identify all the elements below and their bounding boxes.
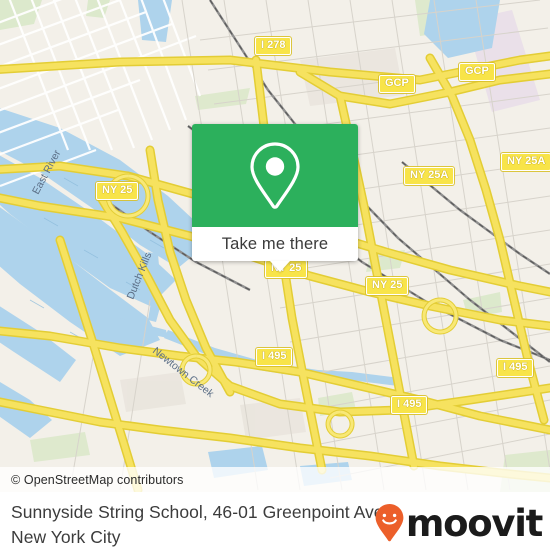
moovit-wordmark: moovit <box>405 501 543 545</box>
road-shield-label: GCP <box>385 77 409 89</box>
take-me-there-button[interactable]: Take me there <box>192 227 358 261</box>
place-popup-card[interactable]: Take me there <box>192 124 358 261</box>
place-address-text: Sunnyside String School, 46-01 Greenpoin… <box>11 502 389 547</box>
road-shield-label: I 495 <box>503 361 528 373</box>
road-shield-ny25[interactable]: NY 25 <box>366 277 409 295</box>
moovit-logo[interactable]: moovit <box>374 501 543 545</box>
attribution-text: © OpenStreetMap contributors <box>11 472 184 487</box>
road-shield-i278[interactable]: I 278 <box>255 37 292 55</box>
road-shield-label: I 495 <box>397 398 422 410</box>
road-shield-label: NY 25A <box>410 169 449 181</box>
road-shield-gcp[interactable]: GCP <box>379 75 415 93</box>
road-shield-label: GCP <box>465 65 489 77</box>
road-shield-i495[interactable]: I 495 <box>391 396 428 414</box>
road-shield-i495[interactable]: I 495 <box>497 359 534 377</box>
road-shield-gcp[interactable]: GCP <box>459 63 495 81</box>
road-shield-label: NY 25 <box>102 184 133 196</box>
map-attribution-bar: © OpenStreetMap contributors <box>0 467 550 492</box>
road-shield-label: I 278 <box>261 39 286 51</box>
road-shield-ny25[interactable]: NY 25 <box>96 182 139 200</box>
road-shield-label: NY 25A <box>507 155 546 167</box>
road-shield-i495[interactable]: I 495 <box>256 348 293 366</box>
moovit-smiley-pin-icon <box>375 504 404 542</box>
road-shield-ny25a[interactable]: NY 25A <box>501 153 550 171</box>
road-shield-label: NY 25 <box>372 279 403 291</box>
moovit-map-screenshot: East River Dutch Kills Newtown Creek I 2… <box>0 0 550 550</box>
road-shield-ny25a[interactable]: NY 25A <box>404 167 455 185</box>
road-shield-label: I 495 <box>262 350 287 362</box>
popup-pin-wrap <box>192 124 358 227</box>
location-pin-icon <box>250 141 300 209</box>
popup-pointer-tail <box>270 261 290 272</box>
